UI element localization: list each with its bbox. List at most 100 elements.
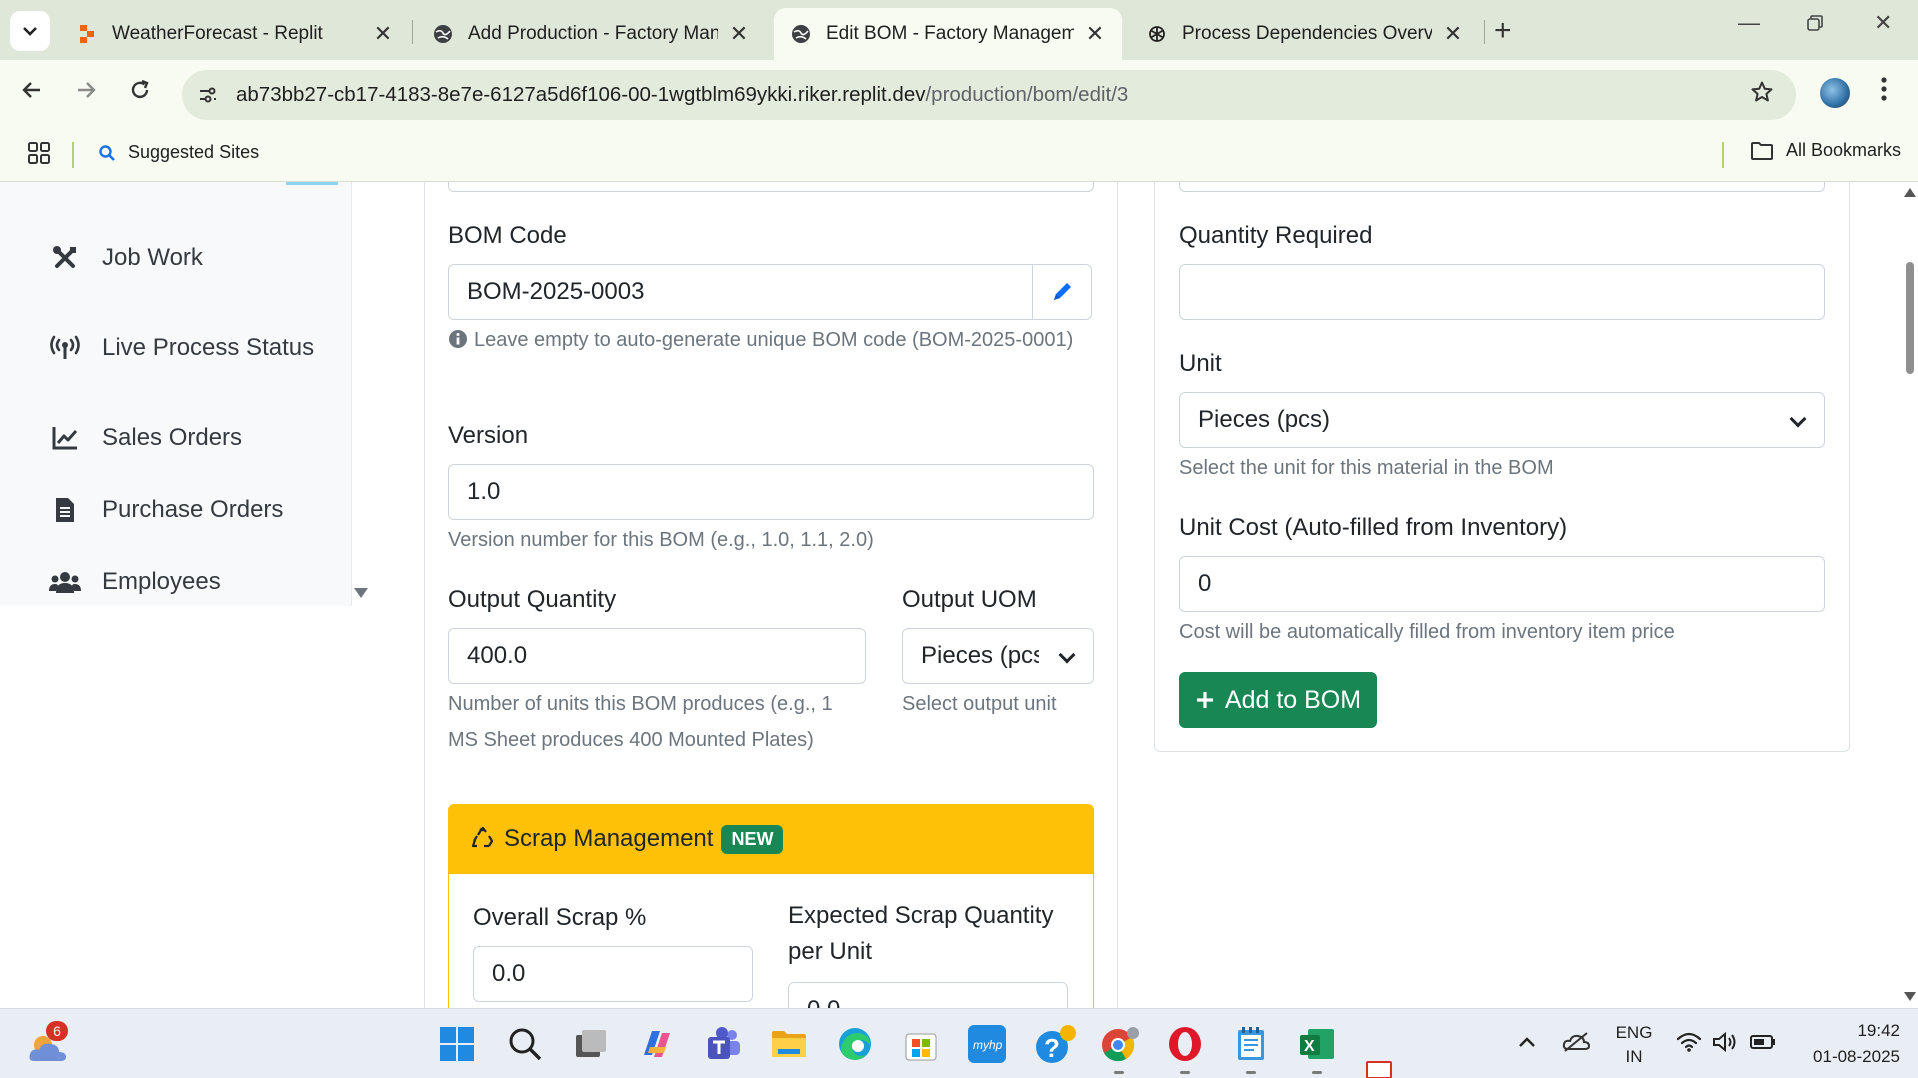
- taskbar-window-preview-icon[interactable]: [1366, 1061, 1392, 1078]
- sidebar-item-live-process-status[interactable]: Live Process Status: [48, 334, 314, 362]
- bom-code-input[interactable]: BOM-2025-0003: [448, 264, 1033, 320]
- tab-process-dependencies[interactable]: Process Dependencies Overview ✕: [1130, 8, 1480, 60]
- output-uom-select[interactable]: Pieces (pcs): [902, 628, 1094, 684]
- profile-avatar[interactable]: [1820, 78, 1850, 108]
- arrow-left-icon: [22, 82, 40, 98]
- previous-material-input[interactable]: [1179, 182, 1825, 192]
- clock-time[interactable]: 19:42: [1790, 1021, 1900, 1041]
- users-icon: [48, 570, 82, 594]
- copilot-icon[interactable]: [638, 1025, 676, 1063]
- unit-select[interactable]: Pieces (pcs): [1179, 392, 1825, 448]
- all-bookmarks-button[interactable]: All Bookmarks: [1750, 140, 1901, 161]
- overall-scrap-label: Overall Scrap %: [473, 904, 647, 931]
- apps-grid-icon[interactable]: [26, 140, 52, 171]
- onedrive-icon[interactable]: [1562, 1031, 1591, 1058]
- close-icon[interactable]: ✕: [372, 21, 394, 47]
- tab-search-button[interactable]: [10, 11, 50, 51]
- forward-button[interactable]: [74, 78, 98, 109]
- microsoft-store-icon[interactable]: [902, 1025, 940, 1063]
- sidebar-item-sales-orders[interactable]: Sales Orders: [48, 424, 242, 452]
- scroll-up-arrow-icon[interactable]: [1904, 188, 1916, 197]
- opera-icon[interactable]: [1166, 1025, 1204, 1063]
- windows-start-icon[interactable]: [438, 1025, 476, 1063]
- sidebar: Job Work Live Process Status Sales Order…: [0, 182, 352, 606]
- add-to-bom-button[interactable]: Add to BOM: [1179, 672, 1377, 728]
- show-hidden-icons-button[interactable]: [1516, 1031, 1538, 1058]
- bookmark-suggested-sites[interactable]: Suggested Sites: [98, 142, 259, 163]
- clock-date[interactable]: 01-08-2025: [1780, 1047, 1900, 1067]
- previous-field-input[interactable]: [448, 182, 1094, 192]
- running-indicator: [1312, 1071, 1322, 1074]
- version-input[interactable]: 1.0: [448, 464, 1094, 520]
- url-text: ab73bb27-cb17-4183-8e7e-6127a5d6f106-00-…: [236, 83, 1128, 107]
- tab-title: WeatherForecast - Replit: [112, 23, 323, 44]
- new-badge: NEW: [721, 824, 784, 854]
- scrap-management-title: Scrap Management: [504, 825, 714, 852]
- sidebar-item-job-work[interactable]: Job Work: [48, 244, 203, 272]
- expected-scrap-input[interactable]: 0.0: [788, 982, 1068, 1008]
- expected-scrap-label: Expected Scrap Quantity per Unit: [788, 902, 1054, 965]
- running-indicator: [1180, 1071, 1190, 1074]
- tab-weatherforecast[interactable]: WeatherForecast - Replit ✕: [60, 8, 410, 60]
- reload-button[interactable]: [128, 78, 152, 109]
- page-content: Job Work Live Process Status Sales Order…: [0, 182, 1918, 1008]
- sidebar-item-label: Job Work: [102, 244, 203, 271]
- minimize-button[interactable]: —: [1738, 10, 1760, 36]
- chrome-icon[interactable]: [1100, 1025, 1139, 1063]
- help-icon[interactable]: ?: [1034, 1025, 1076, 1063]
- unit-cost-label: Unit Cost (Auto-filled from Inventory): [1179, 514, 1568, 541]
- teams-icon[interactable]: [704, 1025, 742, 1063]
- svg-text:?: ?: [1044, 1033, 1060, 1063]
- tab-edit-bom[interactable]: Edit BOM - Factory Managemer ✕: [774, 8, 1122, 60]
- sidebar-item-purchase-orders[interactable]: Purchase Orders: [48, 496, 283, 524]
- sidebar-scroll-down-arrow[interactable]: [354, 588, 368, 598]
- sidebar-item-employees[interactable]: Employees: [48, 568, 221, 596]
- scroll-down-arrow-icon[interactable]: [1904, 992, 1916, 1001]
- unit-cost-input[interactable]: 0: [1179, 556, 1825, 612]
- folder-icon: [1751, 141, 1773, 160]
- edit-bom-code-button[interactable]: [1032, 264, 1092, 320]
- close-icon[interactable]: ✕: [1084, 21, 1106, 47]
- wifi-icon[interactable]: [1676, 1031, 1702, 1058]
- sidebar-item-label: Sales Orders: [102, 424, 243, 451]
- site-info-icon[interactable]: [188, 75, 228, 115]
- browser-toolbar: ab73bb27-cb17-4183-8e7e-6127a5d6f106-00-…: [0, 60, 1918, 128]
- overall-scrap-input[interactable]: 0.0: [473, 946, 753, 1002]
- excel-icon[interactable]: X: [1298, 1025, 1336, 1063]
- new-tab-button[interactable]: +: [1494, 14, 1512, 48]
- output-quantity-input[interactable]: 400.0: [448, 628, 866, 684]
- address-bar[interactable]: ab73bb27-cb17-4183-8e7e-6127a5d6f106-00-…: [182, 70, 1796, 120]
- close-icon[interactable]: ✕: [728, 21, 750, 47]
- close-icon[interactable]: ✕: [1442, 21, 1464, 47]
- notepad-icon[interactable]: [1232, 1025, 1270, 1063]
- bookmarks-divider: [1722, 142, 1724, 168]
- page-scrollbar[interactable]: [1900, 182, 1918, 1008]
- search-icon: [99, 144, 115, 161]
- add-to-bom-label: Add to BOM: [1224, 685, 1362, 714]
- file-explorer-icon[interactable]: [770, 1025, 808, 1063]
- language-indicator-bottom[interactable]: IN: [1614, 1047, 1654, 1067]
- back-button[interactable]: [20, 78, 44, 109]
- svg-text:myhp: myhp: [973, 1038, 1003, 1052]
- scrollbar-thumb[interactable]: [1906, 262, 1914, 374]
- battery-icon[interactable]: [1750, 1033, 1776, 1056]
- version-help: Version number for this BOM (e.g., 1.0, …: [448, 529, 874, 551]
- file-invoice-icon: [48, 496, 82, 524]
- tab-add-production[interactable]: Add Production - Factory Mana ✕: [416, 8, 766, 60]
- bookmark-label: All Bookmarks: [1786, 140, 1902, 160]
- output-quantity-help: Number of units this BOM produces (e.g.,…: [448, 693, 833, 751]
- output-uom-label: Output UOM: [902, 586, 1037, 613]
- myhp-icon[interactable]: myhp: [968, 1025, 1006, 1063]
- restore-icon: [1807, 15, 1823, 31]
- edge-icon[interactable]: [836, 1025, 874, 1063]
- language-indicator-top[interactable]: ENG: [1614, 1023, 1654, 1043]
- volume-icon[interactable]: [1712, 1031, 1738, 1058]
- close-window-button[interactable]: ✕: [1874, 10, 1892, 36]
- bom-code-help-text: Leave empty to auto-generate unique BOM …: [474, 329, 1074, 351]
- browser-menu-button[interactable]: [1880, 76, 1888, 109]
- search-icon[interactable]: [506, 1025, 544, 1063]
- quantity-required-input[interactable]: [1179, 264, 1825, 320]
- bookmark-star-icon[interactable]: [1750, 80, 1774, 111]
- task-view-icon[interactable]: [572, 1025, 610, 1063]
- restore-button[interactable]: [1806, 12, 1824, 38]
